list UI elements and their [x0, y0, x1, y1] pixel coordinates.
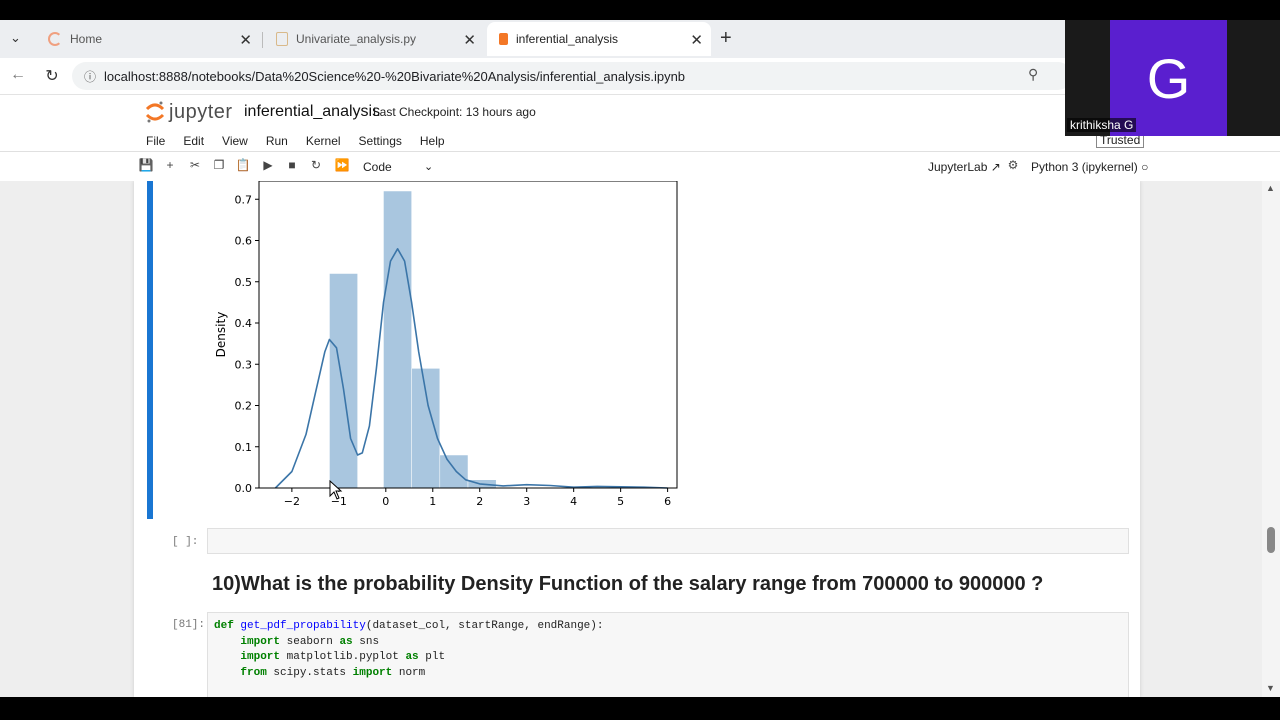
site-info-icon[interactable]: ⓘ — [84, 68, 96, 85]
tab-label: inferential_analysis — [516, 32, 619, 46]
bottom-black-bar — [0, 697, 1280, 720]
tab-list-chevron-icon[interactable]: ⌄ — [10, 30, 21, 46]
empty-cell-prompt: [ ]: — [172, 536, 199, 548]
empty-code-cell[interactable] — [207, 528, 1129, 554]
back-arrow-icon[interactable]: ← — [8, 66, 28, 84]
x-tick-label: 3 — [523, 495, 530, 508]
file-icon — [276, 32, 288, 46]
tab-home[interactable]: Home ✕ — [36, 22, 260, 56]
zoom-icon[interactable]: ⚲ — [1028, 66, 1038, 83]
cell-type-select[interactable]: Code — [363, 160, 392, 174]
gear-icon[interactable]: ⚙ — [1005, 158, 1021, 172]
loading-icon — [48, 32, 62, 46]
y-tick-label: 0.3 — [235, 358, 253, 371]
scroll-down-arrow-icon[interactable]: ▼ — [1266, 683, 1275, 693]
kernel-status[interactable]: Python 3 (ipykernel) ○ — [1031, 160, 1148, 174]
y-tick-label: 0.7 — [235, 193, 253, 206]
external-link-icon: ↗ — [990, 160, 1001, 174]
code-cell-prompt: [81]: — [172, 619, 206, 631]
reload-icon[interactable]: ↻ — [42, 66, 62, 86]
tab-label: Univariate_analysis.py — [296, 32, 417, 46]
histogram-bar — [383, 190, 412, 489]
code-cell[interactable]: def get_pdf_propability(dataset_col, sta… — [207, 612, 1129, 697]
scrollbar-thumb[interactable] — [1267, 527, 1275, 553]
participant-name: krithiksha G — [1067, 118, 1137, 132]
paste-icon[interactable]: 📋 — [235, 158, 251, 172]
notebook-scroll-area[interactable]: −2 −1 0 1 2 3 4 5 6 0.0 0.1 0.2 0.3 0.4 0.5 0.6 0.7 Densi… — [0, 181, 1262, 697]
x-tick-label: −2 — [284, 495, 300, 508]
x-tick-label: 2 — [476, 495, 483, 508]
markdown-heading: 10)What is the probability Density Funct… — [212, 573, 1044, 595]
insert-cell-plus-icon[interactable]: + — [162, 158, 178, 172]
kernel-idle-circle-icon: ○ — [1141, 160, 1149, 174]
notebook-page: −2 −1 0 1 2 3 4 5 6 0.0 0.1 0.2 0.3 0.4 0.5 0.6 0.7 Densi… — [134, 181, 1140, 697]
close-tab-icon[interactable]: ✕ — [239, 31, 252, 49]
restart-icon[interactable]: ↻ — [308, 158, 324, 172]
tab-label: Home — [70, 32, 103, 46]
code-editor[interactable]: def get_pdf_propability(dataset_col, sta… — [208, 613, 1128, 681]
active-cell-indicator — [147, 181, 153, 519]
y-tick-label: 0.0 — [235, 482, 253, 495]
x-tick-label: 4 — [570, 495, 577, 508]
url-field[interactable]: ⓘ localhost:8888/notebooks/Data%20Scienc… — [72, 62, 1072, 90]
mouse-cursor-icon — [329, 480, 343, 500]
cut-icon[interactable]: ✂ — [187, 158, 203, 172]
close-tab-icon[interactable]: ✕ — [690, 31, 703, 49]
density-chart-svg: −2 −1 0 1 2 3 4 5 60.00.10.20.30.40.50.60.7Densi… — [214, 181, 678, 508]
notebook-icon — [499, 33, 508, 45]
menu-kernel[interactable]: Kernel — [306, 134, 341, 148]
menu-edit[interactable]: Edit — [183, 134, 204, 148]
copy-icon[interactable]: ❐ — [211, 158, 227, 172]
y-tick-label: 0.1 — [235, 441, 253, 454]
new-tab-plus-icon[interactable]: + — [720, 27, 732, 50]
close-tab-icon[interactable]: ✕ — [463, 31, 476, 49]
histogram-bar — [329, 273, 358, 489]
avatar-initial: G — [1146, 46, 1191, 110]
x-tick-label: 1 — [429, 495, 436, 508]
notebook-toolbar: 💾 + ✂ ❐ 📋 ▶ ■ ↻ ⏩ Code ⌄ JupyterLab ↗ ⚙ … — [0, 151, 1280, 182]
tab-inferential-analysis[interactable]: inferential_analysis ✕ — [487, 22, 711, 56]
histogram-bar — [439, 454, 469, 489]
menu-bar: File Edit View Run Kernel Settings Help — [146, 134, 445, 148]
y-axis-label: Density — [214, 312, 228, 358]
vertical-scrollbar[interactable]: ▲ ▼ — [1262, 181, 1280, 697]
scroll-up-arrow-icon[interactable]: ▲ — [1266, 183, 1275, 193]
menu-run[interactable]: Run — [266, 134, 288, 148]
menu-help[interactable]: Help — [420, 134, 445, 148]
save-icon[interactable]: 💾 — [138, 158, 154, 172]
checkpoint-status: Last Checkpoint: 13 hours ago — [373, 105, 536, 119]
url-text: localhost:8888/notebooks/Data%20Science%… — [104, 68, 686, 84]
notebook-title[interactable]: inferential_analysis — [244, 103, 380, 121]
y-tick-label: 0.5 — [235, 276, 253, 289]
jupyter-logo-text: jupyter — [169, 100, 233, 123]
output-chart: −2 −1 0 1 2 3 4 5 6 0.0 0.1 0.2 0.3 0.4 0.5 0.6 0.7 Densi… — [209, 181, 689, 519]
plot-frame — [258, 181, 678, 489]
kernel-label: Python 3 (ipykernel) — [1031, 160, 1138, 174]
chevron-down-icon[interactable]: ⌄ — [424, 160, 433, 173]
y-tick-label: 0.6 — [235, 235, 253, 248]
webcam-overlay: G krithiksha G — [1065, 20, 1280, 136]
menu-view[interactable]: View — [222, 134, 248, 148]
jupyterlab-label: JupyterLab — [928, 160, 988, 174]
x-tick-label: 5 — [617, 495, 624, 508]
histogram-bar — [411, 368, 441, 489]
tab-divider — [262, 32, 263, 48]
x-tick-label: 6 — [664, 495, 671, 508]
jupyterlab-link[interactable]: JupyterLab ↗ — [928, 160, 1001, 174]
y-tick-label: 0.4 — [235, 317, 253, 330]
x-tick-label: 0 — [382, 495, 389, 508]
menu-file[interactable]: File — [146, 134, 165, 148]
menu-settings[interactable]: Settings — [359, 134, 402, 148]
y-tick-label: 0.2 — [235, 400, 253, 413]
tab-univariate[interactable]: Univariate_analysis.py ✕ — [264, 22, 484, 56]
restart-run-all-icon[interactable]: ⏩ — [334, 158, 350, 172]
run-icon[interactable]: ▶ — [260, 158, 276, 172]
jupyter-logo-icon — [145, 101, 165, 123]
top-black-bar — [0, 0, 1280, 20]
jupyter-logo[interactable]: jupyter — [145, 100, 233, 124]
stop-icon[interactable]: ■ — [284, 158, 300, 172]
